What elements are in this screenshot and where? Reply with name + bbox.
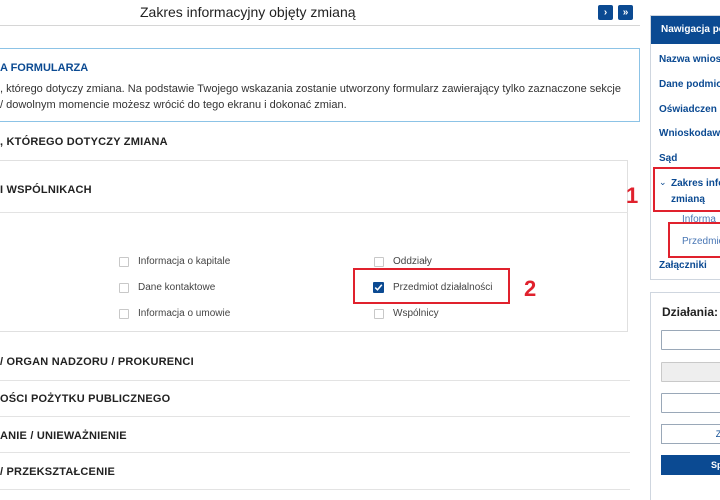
checkbox-label-agreement-info: Informacja o umowie: [138, 308, 231, 319]
action-field-1[interactable]: [661, 330, 720, 350]
checkbox-contact-data[interactable]: [119, 283, 129, 293]
checkbox-label-contact-data: Dane kontaktowe: [138, 282, 216, 293]
navigation-heading: Nawigacja po: [661, 24, 720, 35]
nav-item-applicant[interactable]: Wnioskodaw: [659, 128, 720, 139]
info-title: A FORMULARZA: [0, 62, 89, 74]
nav-subitem-business-activity[interactable]: Przedmio: [682, 236, 720, 247]
section-divider: [0, 489, 630, 490]
header-divider: [0, 25, 640, 26]
nav-item-declarations[interactable]: Oświadczen: [659, 104, 717, 115]
info-text-line-1: , którego dotyczy zmiana. Na podstawie T…: [0, 83, 621, 95]
section-heading-supervisory-board[interactable]: / ORGAN NADZORU / PROKURENCI: [0, 356, 194, 368]
section-divider: [0, 416, 630, 417]
annotation-number-2: 2: [524, 276, 537, 301]
nav-item-attachments[interactable]: Załączniki: [659, 260, 707, 271]
nav-item-entity-data[interactable]: Dane podmio: [659, 79, 720, 90]
last-section-button[interactable]: »: [618, 5, 633, 20]
checkbox-branches[interactable]: [374, 257, 384, 267]
check-button[interactable]: Sp: [661, 455, 720, 475]
section-heading-change-subject[interactable]: , KTÓREGO DOTYCZY ZMIANA: [0, 136, 168, 148]
annotation-box-2: [353, 268, 510, 304]
checkbox-agreement-info[interactable]: [119, 309, 129, 319]
checkbox-label-capital-info: Informacja o kapitale: [138, 256, 231, 267]
save-button[interactable]: Za: [661, 424, 720, 444]
nav-item-application-name[interactable]: Nazwa wnios: [659, 54, 720, 65]
action-field-2: [661, 362, 720, 382]
section-heading-partners[interactable]: I WSPÓLNIKACH: [0, 184, 92, 196]
actions-title: Działania:: [662, 305, 719, 319]
info-text-line-2: / dowolnym momencie możesz wrócić do teg…: [0, 99, 347, 111]
nav-item-court[interactable]: Sąd: [659, 153, 677, 164]
checkbox-partners[interactable]: [374, 309, 384, 319]
action-field-3[interactable]: [661, 393, 720, 413]
section-divider: [0, 380, 630, 381]
checkbox-capital-info[interactable]: [119, 257, 129, 267]
card-divider: [0, 212, 628, 213]
section-divider: [0, 452, 630, 453]
page-title: Zakres informacyjny objęty zmianą: [140, 4, 356, 20]
annotation-box-1: [653, 167, 720, 212]
section-heading-annulment[interactable]: ANIE / UNIEWAŻNIENIE: [0, 430, 127, 442]
checkbox-label-partners: Wspólnicy: [393, 308, 439, 319]
section-heading-public-benefit[interactable]: OŚCI POŻYTKU PUBLICZNEGO: [0, 393, 170, 405]
checkbox-label-branches: Oddziały: [393, 256, 432, 267]
next-section-button[interactable]: ›: [598, 5, 613, 20]
section-heading-transformation[interactable]: / PRZEKSZTAŁCENIE: [0, 466, 115, 478]
annotation-number-1: 1: [626, 183, 639, 208]
section-card-partners: [0, 160, 628, 332]
